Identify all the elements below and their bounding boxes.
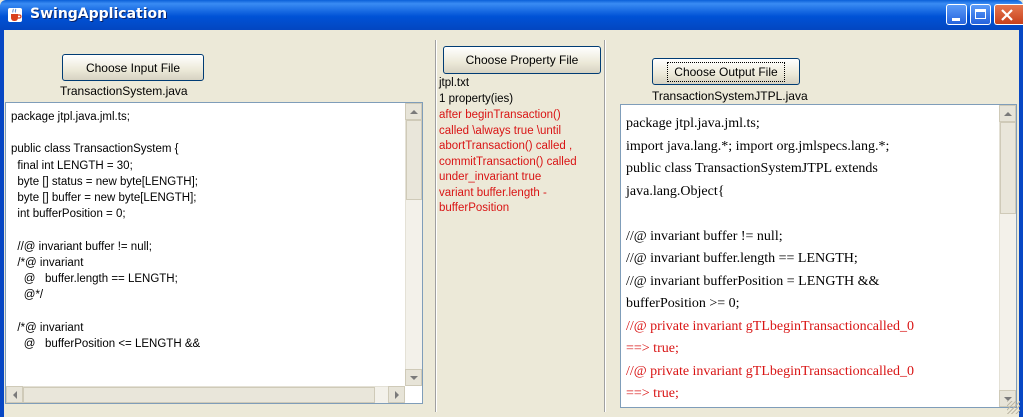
input-vertical-scroll-thumb[interactable] <box>406 120 422 200</box>
output-code-line: //@ invariant buffer.length == LENGTH; <box>626 251 858 266</box>
title-bar[interactable]: SwingApplication <box>0 0 1023 30</box>
java-cup-icon <box>8 8 22 22</box>
input-horizontal-scrollbar[interactable] <box>6 386 405 403</box>
input-horizontal-scroll-thumb[interactable] <box>23 387 375 403</box>
maximize-button[interactable] <box>970 4 991 25</box>
property-file-name: jtpl.txt <box>439 77 470 89</box>
input-code-line <box>11 303 200 319</box>
output-code-line: import java.lang.*; import org.jmlspecs.… <box>626 138 890 154</box>
arrow-down-icon <box>409 375 418 380</box>
close-icon <box>1001 9 1013 21</box>
output-code-line: package jtpl.java.jml.ts; <box>626 116 760 131</box>
input-code-line: /*@ invariant <box>11 256 84 269</box>
input-code-line: public class TransactionSystem { <box>11 143 179 156</box>
property-line: bufferPosition <box>439 202 510 214</box>
input-vertical-scrollbar[interactable] <box>405 103 422 386</box>
input-code-line: int bufferPosition = 0; <box>11 208 126 221</box>
output-code-line: //@ private invariant gTLbeginTransactio… <box>626 318 915 334</box>
input-code-line: @*/ <box>11 289 44 302</box>
output-code-line: //@ invariant buffer != null; <box>626 228 783 244</box>
choose-output-file-label: Choose Output File <box>667 61 785 82</box>
choose-output-file-button[interactable]: Choose Output File <box>652 58 800 85</box>
choose-property-file-button[interactable]: Choose Property File <box>443 46 601 74</box>
input-code-line: byte [] status = new byte[LENGTH]; <box>11 175 198 188</box>
input-code-text[interactable]: package jtpl.java.jml.ts; public class T… <box>11 109 200 352</box>
input-code-line: @ buffer.length == LENGTH; <box>11 273 178 286</box>
output-code-line: //@ private invariant gTLbeginTransactio… <box>626 363 915 379</box>
property-line: variant buffer.length - <box>439 186 547 199</box>
output-code-line: ==> true; <box>626 341 679 356</box>
output-vertical-scroll-thumb[interactable] <box>1000 122 1016 214</box>
property-line: under_invariant true <box>439 171 542 183</box>
output-code-line: bufferPosition >= 0; <box>626 296 740 311</box>
input-code-line: final int LENGTH = 30; <box>11 159 133 172</box>
property-panel: Choose Property File jtpl.txt 1 property… <box>437 40 603 412</box>
output-panel: Choose Output File TransactionSystemJTPL… <box>606 40 1019 412</box>
input-scroll-down-button[interactable] <box>405 369 422 386</box>
property-line: after beginTransaction() <box>439 109 561 121</box>
output-code-line: //@ invariant bufferPosition = LENGTH && <box>626 273 880 289</box>
arrow-up-icon <box>409 109 418 114</box>
output-vertical-scrollbar[interactable] <box>999 105 1016 407</box>
minimize-button[interactable] <box>946 4 967 25</box>
resize-grip-icon[interactable] <box>1007 401 1020 414</box>
input-scroll-up-button[interactable] <box>405 103 422 120</box>
output-code-line: java.lang.Object{ <box>626 183 725 199</box>
close-button[interactable] <box>994 4 1023 25</box>
property-line: abortTransaction() called , <box>439 140 573 152</box>
output-code-text[interactable]: package jtpl.java.jml.ts; import java.lan… <box>626 113 914 406</box>
output-scroll-up-button[interactable] <box>999 105 1016 122</box>
input-code-line: /*@ invariant <box>11 321 84 334</box>
input-code-line: byte [] buffer = new byte[LENGTH]; <box>11 192 197 205</box>
input-code-line: package jtpl.java.jml.ts; <box>11 111 130 123</box>
property-line: commitTransaction() called <box>439 155 577 168</box>
property-count: 1 property(ies) <box>439 93 514 105</box>
input-code-area[interactable]: package jtpl.java.jml.ts; public class T… <box>5 102 423 404</box>
property-text: after beginTransaction() called \always t… <box>439 108 577 217</box>
arrow-down-icon <box>1003 396 1012 401</box>
choose-input-file-button[interactable]: Choose Input File <box>62 54 204 81</box>
input-scroll-right-button[interactable] <box>388 386 405 403</box>
choose-property-file-label: Choose Property File <box>465 53 579 67</box>
property-line: called \always true \until <box>439 124 562 137</box>
input-code-line <box>11 125 200 141</box>
choose-input-file-label: Choose Input File <box>85 60 181 75</box>
output-file-name: TransactionSystemJTPL.java <box>652 89 808 103</box>
maximize-icon <box>975 9 986 19</box>
arrow-right-icon <box>394 390 399 399</box>
arrow-up-icon <box>1003 111 1012 116</box>
input-panel: Choose Input File TransactionSystem.java… <box>4 40 434 412</box>
window-title: SwingApplication <box>30 6 168 22</box>
output-code-area[interactable]: package jtpl.java.jml.ts; import java.lan… <box>620 104 1017 408</box>
output-code-line: ==> true; <box>626 386 679 401</box>
output-code-line: public class TransactionSystemJTPL exten… <box>626 161 878 176</box>
input-code-line: @ bufferPosition <= LENGTH && <box>11 337 201 350</box>
arrow-left-icon <box>12 390 17 399</box>
input-file-name: TransactionSystem.java <box>60 84 188 98</box>
input-scroll-left-button[interactable] <box>6 386 23 403</box>
input-code-line <box>11 222 200 238</box>
output-code-line <box>626 203 914 226</box>
input-code-line: //@ invariant buffer != null; <box>11 240 152 253</box>
window-frame-right <box>1019 30 1023 417</box>
minimize-icon <box>952 18 960 21</box>
